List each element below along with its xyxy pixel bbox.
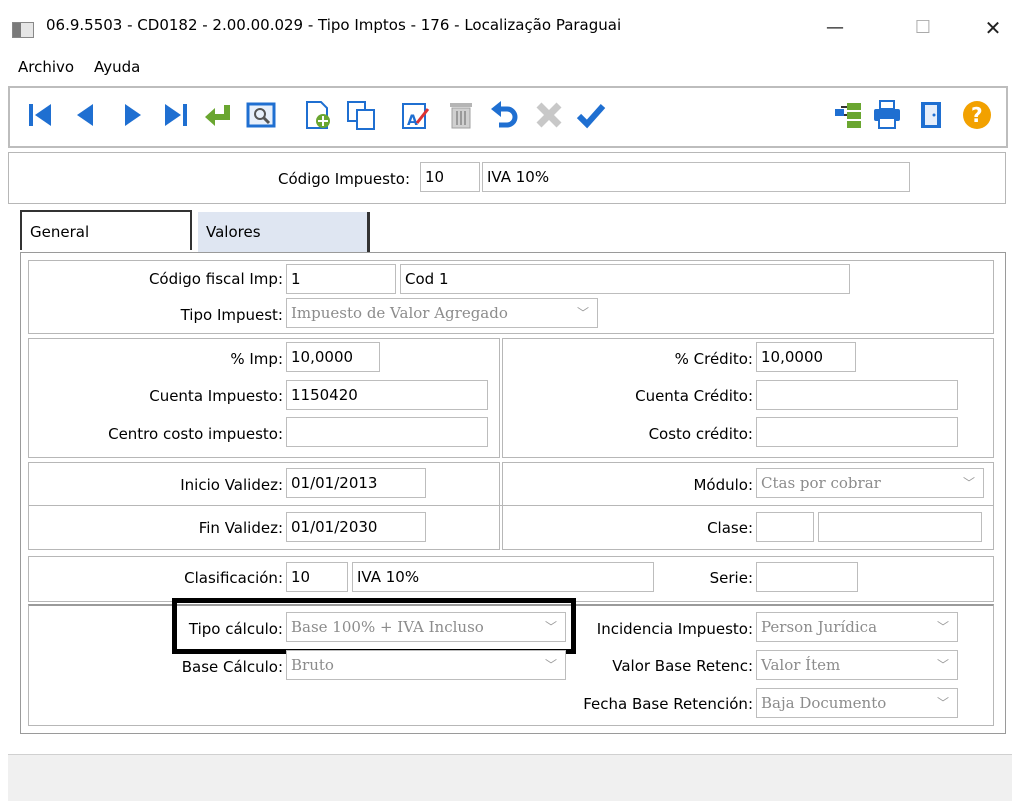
codigo-fiscal-label: Código fiscal Imp: bbox=[148, 270, 283, 288]
base-calculo-label: Base Cálculo: bbox=[181, 658, 283, 676]
codigo-fiscal-input[interactable]: 1 bbox=[286, 264, 396, 294]
pct-credito-input[interactable]: 10,0000 bbox=[756, 342, 856, 372]
return-icon[interactable] bbox=[200, 98, 234, 132]
delete-record-icon[interactable] bbox=[444, 98, 478, 132]
next-record-icon[interactable] bbox=[116, 98, 150, 132]
inicio-validez-input[interactable]: 01/01/2013 bbox=[286, 468, 426, 498]
last-record-icon[interactable] bbox=[158, 98, 192, 132]
app-icon bbox=[12, 22, 34, 38]
window-title: 06.9.5503 - CD0182 - 2.00.00.029 - Tipo … bbox=[46, 16, 622, 34]
inicio-validez-label: Inicio Validez: bbox=[180, 476, 283, 494]
cuenta-impuesto-input[interactable]: 1150420 bbox=[286, 380, 488, 410]
preview-icon[interactable] bbox=[244, 98, 278, 132]
help-icon[interactable]: ? bbox=[960, 98, 994, 132]
cuenta-credito-input[interactable] bbox=[756, 380, 958, 410]
chevron-down-icon: ﹀ bbox=[936, 620, 949, 634]
confirm-icon[interactable] bbox=[574, 98, 608, 132]
centro-costo-input[interactable] bbox=[286, 417, 488, 447]
pct-imp-label: % Imp: bbox=[230, 350, 283, 368]
cuenta-impuesto-label: Cuenta Impuesto: bbox=[149, 387, 283, 405]
print-icon[interactable] bbox=[870, 98, 904, 132]
undo-icon[interactable] bbox=[488, 98, 522, 132]
modulo-label: Módulo: bbox=[693, 476, 753, 494]
valor-base-label: Valor Base Retenc: bbox=[612, 657, 753, 675]
chevron-down-icon: ﹀ bbox=[962, 476, 975, 490]
centro-costo-label: Centro costo impuesto: bbox=[108, 425, 283, 443]
minimize-button[interactable]: — bbox=[812, 10, 858, 46]
clasificacion-input[interactable]: 10 bbox=[286, 562, 348, 592]
clase-input[interactable] bbox=[756, 512, 814, 542]
cancel-icon[interactable] bbox=[532, 98, 566, 132]
serie-input[interactable] bbox=[756, 562, 858, 592]
fin-validez-label: Fin Validez: bbox=[198, 519, 283, 537]
cuenta-credito-label: Cuenta Crédito: bbox=[635, 387, 753, 405]
tipo-impuest-select[interactable]: Impuesto de Valor Agregado ﹀ bbox=[286, 298, 598, 328]
pct-credito-label: % Crédito: bbox=[674, 350, 753, 368]
chevron-down-icon: ﹀ bbox=[576, 306, 589, 320]
menu-archivo[interactable]: Archivo bbox=[18, 58, 74, 76]
copy-record-icon[interactable] bbox=[344, 98, 378, 132]
fecha-base-select[interactable]: Baja Documento ﹀ bbox=[756, 688, 958, 718]
fecha-base-label: Fecha Base Retención: bbox=[583, 695, 753, 713]
tab-valores[interactable]: Valores bbox=[198, 212, 370, 252]
new-record-icon[interactable] bbox=[300, 98, 334, 132]
status-bar bbox=[8, 754, 1012, 801]
clase-label: Clase: bbox=[707, 519, 753, 537]
pct-imp-input[interactable]: 10,0000 bbox=[286, 342, 380, 372]
chevron-down-icon: ﹀ bbox=[936, 696, 949, 710]
costo-credito-input[interactable] bbox=[756, 417, 958, 447]
svg-text:A: A bbox=[407, 113, 418, 129]
svg-text:?: ? bbox=[971, 103, 983, 127]
divider bbox=[28, 505, 994, 506]
tipo-impuest-label: Tipo Impuest: bbox=[180, 306, 283, 324]
tab-general[interactable]: General bbox=[20, 210, 192, 250]
incidencia-select[interactable]: Person Jurídica ﹀ bbox=[756, 612, 958, 642]
codigo-impuesto-input[interactable]: 10 bbox=[420, 162, 480, 192]
menu-ayuda[interactable]: Ayuda bbox=[94, 58, 140, 76]
serie-label: Serie: bbox=[709, 569, 753, 587]
codigo-fiscal-desc[interactable]: Cod 1 bbox=[400, 264, 850, 294]
first-record-icon[interactable] bbox=[24, 98, 58, 132]
menu-bar bbox=[0, 52, 1020, 80]
costo-credito-label: Costo crédito: bbox=[648, 425, 753, 443]
hierarchy-icon[interactable] bbox=[832, 98, 866, 132]
modulo-select[interactable]: Ctas por cobrar ﹀ bbox=[756, 468, 984, 498]
incidencia-label: Incidencia Impuesto: bbox=[596, 620, 753, 638]
fin-validez-input[interactable]: 01/01/2030 bbox=[286, 512, 426, 542]
codigo-impuesto-desc[interactable]: IVA 10% bbox=[482, 162, 910, 192]
close-button[interactable]: ✕ bbox=[970, 10, 1016, 46]
edit-record-icon[interactable]: A bbox=[398, 98, 432, 132]
codigo-impuesto-label: Código Impuesto: bbox=[277, 170, 410, 188]
chevron-down-icon: ﹀ bbox=[936, 658, 949, 672]
valor-base-select[interactable]: Valor Ítem ﹀ bbox=[756, 650, 958, 680]
highlight-box bbox=[172, 598, 576, 654]
maximize-button[interactable]: ☐ bbox=[900, 10, 946, 46]
exit-icon[interactable] bbox=[914, 98, 948, 132]
previous-record-icon[interactable] bbox=[68, 98, 102, 132]
clasificacion-label: Clasificación: bbox=[184, 569, 283, 587]
clase-desc[interactable] bbox=[818, 512, 982, 542]
